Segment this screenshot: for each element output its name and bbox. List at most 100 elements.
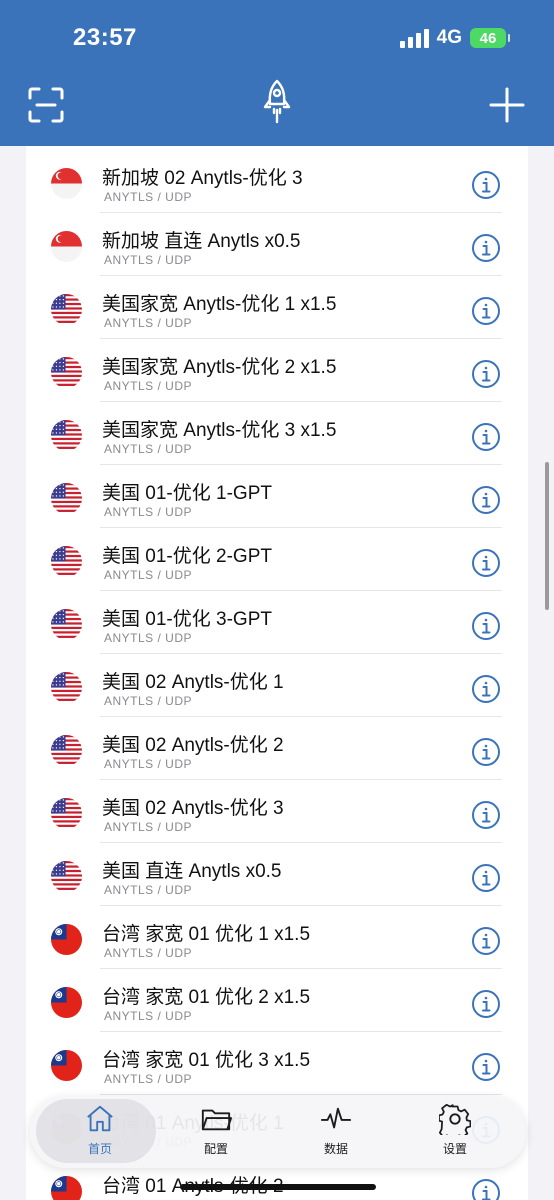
flag-tw-icon bbox=[51, 924, 82, 955]
node-protocol: ANYTLS / UDP bbox=[104, 505, 193, 519]
node-row[interactable]: 美国 02 Anytls-优化 1 ANYTLS / UDP bbox=[26, 654, 528, 717]
node-name: 台湾 家宽 01 优化 3 x1.5 bbox=[102, 1050, 311, 1071]
info-icon[interactable] bbox=[471, 737, 501, 767]
battery-level: 46 bbox=[479, 29, 497, 47]
flag-us-icon bbox=[51, 483, 82, 514]
flag-sg-icon bbox=[51, 168, 82, 199]
tab-label: 配置 bbox=[203, 1142, 228, 1156]
info-icon[interactable] bbox=[471, 926, 501, 956]
node-row[interactable]: 美国家宽 Anytls-优化 2 x1.5 ANYTLS / UDP bbox=[26, 339, 528, 402]
flag-us-icon bbox=[51, 546, 82, 577]
home-indicator bbox=[180, 1184, 376, 1190]
rocket-icon[interactable] bbox=[258, 78, 296, 128]
activity-icon bbox=[296, 1103, 376, 1135]
status-time: 23:57 bbox=[73, 24, 137, 51]
node-row[interactable]: 新加坡 02 Anytls-优化 3 ANYTLS / UDP bbox=[26, 150, 528, 213]
info-icon[interactable] bbox=[471, 800, 501, 830]
info-icon[interactable] bbox=[471, 1052, 501, 1082]
flag-tw-icon bbox=[51, 987, 82, 1018]
node-row[interactable]: 美国 01-优化 1-GPT ANYTLS / UDP bbox=[26, 465, 528, 528]
node-name: 美国 01-优化 2-GPT bbox=[102, 546, 272, 567]
node-row[interactable]: 新加坡 直连 Anytls x0.5 ANYTLS / UDP bbox=[26, 213, 528, 276]
node-row[interactable]: 美国 02 Anytls-优化 2 ANYTLS / UDP bbox=[26, 717, 528, 780]
node-name: 美国 02 Anytls-优化 2 bbox=[102, 735, 284, 756]
node-protocol: ANYTLS / UDP bbox=[104, 379, 193, 393]
info-icon[interactable] bbox=[471, 296, 501, 326]
node-protocol: ANYTLS / UDP bbox=[104, 631, 193, 645]
gear-icon bbox=[415, 1103, 495, 1135]
node-name: 新加坡 直连 Anytls x0.5 bbox=[102, 231, 301, 252]
flag-us-icon bbox=[51, 735, 82, 766]
signal-icon bbox=[399, 28, 429, 48]
node-name: 新加坡 02 Anytls-优化 3 bbox=[102, 168, 303, 189]
node-row[interactable]: 美国家宽 Anytls-优化 3 x1.5 ANYTLS / UDP bbox=[26, 402, 528, 465]
flag-sg-icon bbox=[51, 231, 82, 262]
node-row[interactable]: 美国 02 Anytls-优化 3 ANYTLS / UDP bbox=[26, 780, 528, 843]
tab-gear[interactable]: 设置 bbox=[415, 1103, 495, 1163]
flag-us-icon bbox=[51, 861, 82, 892]
home-icon bbox=[60, 1103, 140, 1135]
node-row[interactable]: 美国家宽 Anytls-优化 1 x1.5 ANYTLS / UDP bbox=[26, 276, 528, 339]
node-name: 台湾 家宽 01 优化 1 x1.5 bbox=[102, 924, 311, 945]
node-protocol: ANYTLS / UDP bbox=[104, 253, 193, 267]
folder-icon bbox=[176, 1103, 256, 1135]
info-icon[interactable] bbox=[471, 1178, 501, 1200]
tab-activity[interactable]: 数据 bbox=[296, 1103, 376, 1163]
node-protocol: ANYTLS / UDP bbox=[104, 1072, 193, 1086]
info-icon[interactable] bbox=[471, 422, 501, 452]
node-name: 美国 02 Anytls-优化 1 bbox=[102, 672, 284, 693]
node-protocol: ANYTLS / UDP bbox=[104, 694, 193, 708]
info-icon[interactable] bbox=[471, 170, 501, 200]
tab-label: 首页 bbox=[87, 1142, 112, 1156]
node-row[interactable]: 美国 01-优化 2-GPT ANYTLS / UDP bbox=[26, 528, 528, 591]
node-row[interactable]: 美国 01-优化 3-GPT ANYTLS / UDP bbox=[26, 591, 528, 654]
node-list: 新加坡 02 Anytls-优化 3 ANYTLS / UDP 新加坡 直连 Any… bbox=[26, 146, 528, 1200]
node-protocol: ANYTLS / UDP bbox=[104, 757, 193, 771]
node-name: 台湾 家宽 01 优化 2 x1.5 bbox=[102, 987, 311, 1008]
info-icon[interactable] bbox=[471, 233, 501, 263]
node-protocol: ANYTLS / UDP bbox=[104, 820, 193, 834]
info-icon[interactable] bbox=[471, 674, 501, 704]
node-row[interactable]: 台湾 家宽 01 优化 3 x1.5 ANYTLS / UDP bbox=[26, 1032, 528, 1095]
flag-us-icon bbox=[51, 609, 82, 640]
node-protocol: ANYTLS / UDP bbox=[104, 883, 193, 897]
info-icon[interactable] bbox=[471, 485, 501, 515]
node-row[interactable]: 台湾 家宽 01 优化 1 x1.5 ANYTLS / UDP bbox=[26, 906, 528, 969]
scan-icon[interactable] bbox=[28, 87, 64, 123]
plus-icon[interactable] bbox=[488, 86, 526, 124]
tab-folder[interactable]: 配置 bbox=[176, 1103, 256, 1163]
node-protocol: ANYTLS / UDP bbox=[104, 568, 193, 582]
battery-icon: 46 bbox=[470, 28, 510, 48]
info-icon[interactable] bbox=[471, 989, 501, 1019]
info-icon[interactable] bbox=[471, 359, 501, 389]
network-type: 4G bbox=[436, 27, 462, 48]
node-protocol: ANYTLS / UDP bbox=[104, 1009, 193, 1023]
info-icon[interactable] bbox=[471, 548, 501, 578]
node-row[interactable]: 台湾 家宽 01 优化 2 x1.5 ANYTLS / UDP bbox=[26, 969, 528, 1032]
info-icon[interactable] bbox=[471, 611, 501, 641]
tab-label: 设置 bbox=[442, 1142, 467, 1156]
tab-home[interactable]: 首页 bbox=[60, 1103, 140, 1163]
node-name: 美国 01-优化 3-GPT bbox=[102, 609, 272, 630]
node-name: 美国 直连 Anytls x0.5 bbox=[102, 861, 282, 882]
flag-us-icon bbox=[51, 798, 82, 829]
flag-tw-icon bbox=[51, 1176, 82, 1200]
scrollbar[interactable] bbox=[545, 462, 549, 610]
info-icon[interactable] bbox=[471, 863, 501, 893]
node-protocol: ANYTLS / UDP bbox=[104, 946, 193, 960]
app-header: 23:57 4G 46 bbox=[0, 0, 554, 146]
node-row[interactable]: 美国 直连 Anytls x0.5 ANYTLS / UDP bbox=[26, 843, 528, 906]
node-name: 美国 02 Anytls-优化 3 bbox=[102, 798, 284, 819]
tab-bar: 首页 配置 数据 设置 bbox=[30, 1096, 526, 1168]
node-protocol: ANYTLS / UDP bbox=[104, 316, 193, 330]
node-protocol: ANYTLS / UDP bbox=[104, 190, 193, 204]
status-indicators: 4G 46 bbox=[399, 26, 510, 50]
flag-tw-icon bbox=[51, 1050, 82, 1081]
flag-us-icon bbox=[51, 294, 82, 325]
flag-us-icon bbox=[51, 357, 82, 388]
flag-us-icon bbox=[51, 420, 82, 451]
flag-us-icon bbox=[51, 672, 82, 703]
tab-label: 数据 bbox=[323, 1142, 348, 1156]
node-name: 美国家宽 Anytls-优化 3 x1.5 bbox=[102, 420, 337, 441]
node-name: 美国家宽 Anytls-优化 1 x1.5 bbox=[102, 294, 337, 315]
